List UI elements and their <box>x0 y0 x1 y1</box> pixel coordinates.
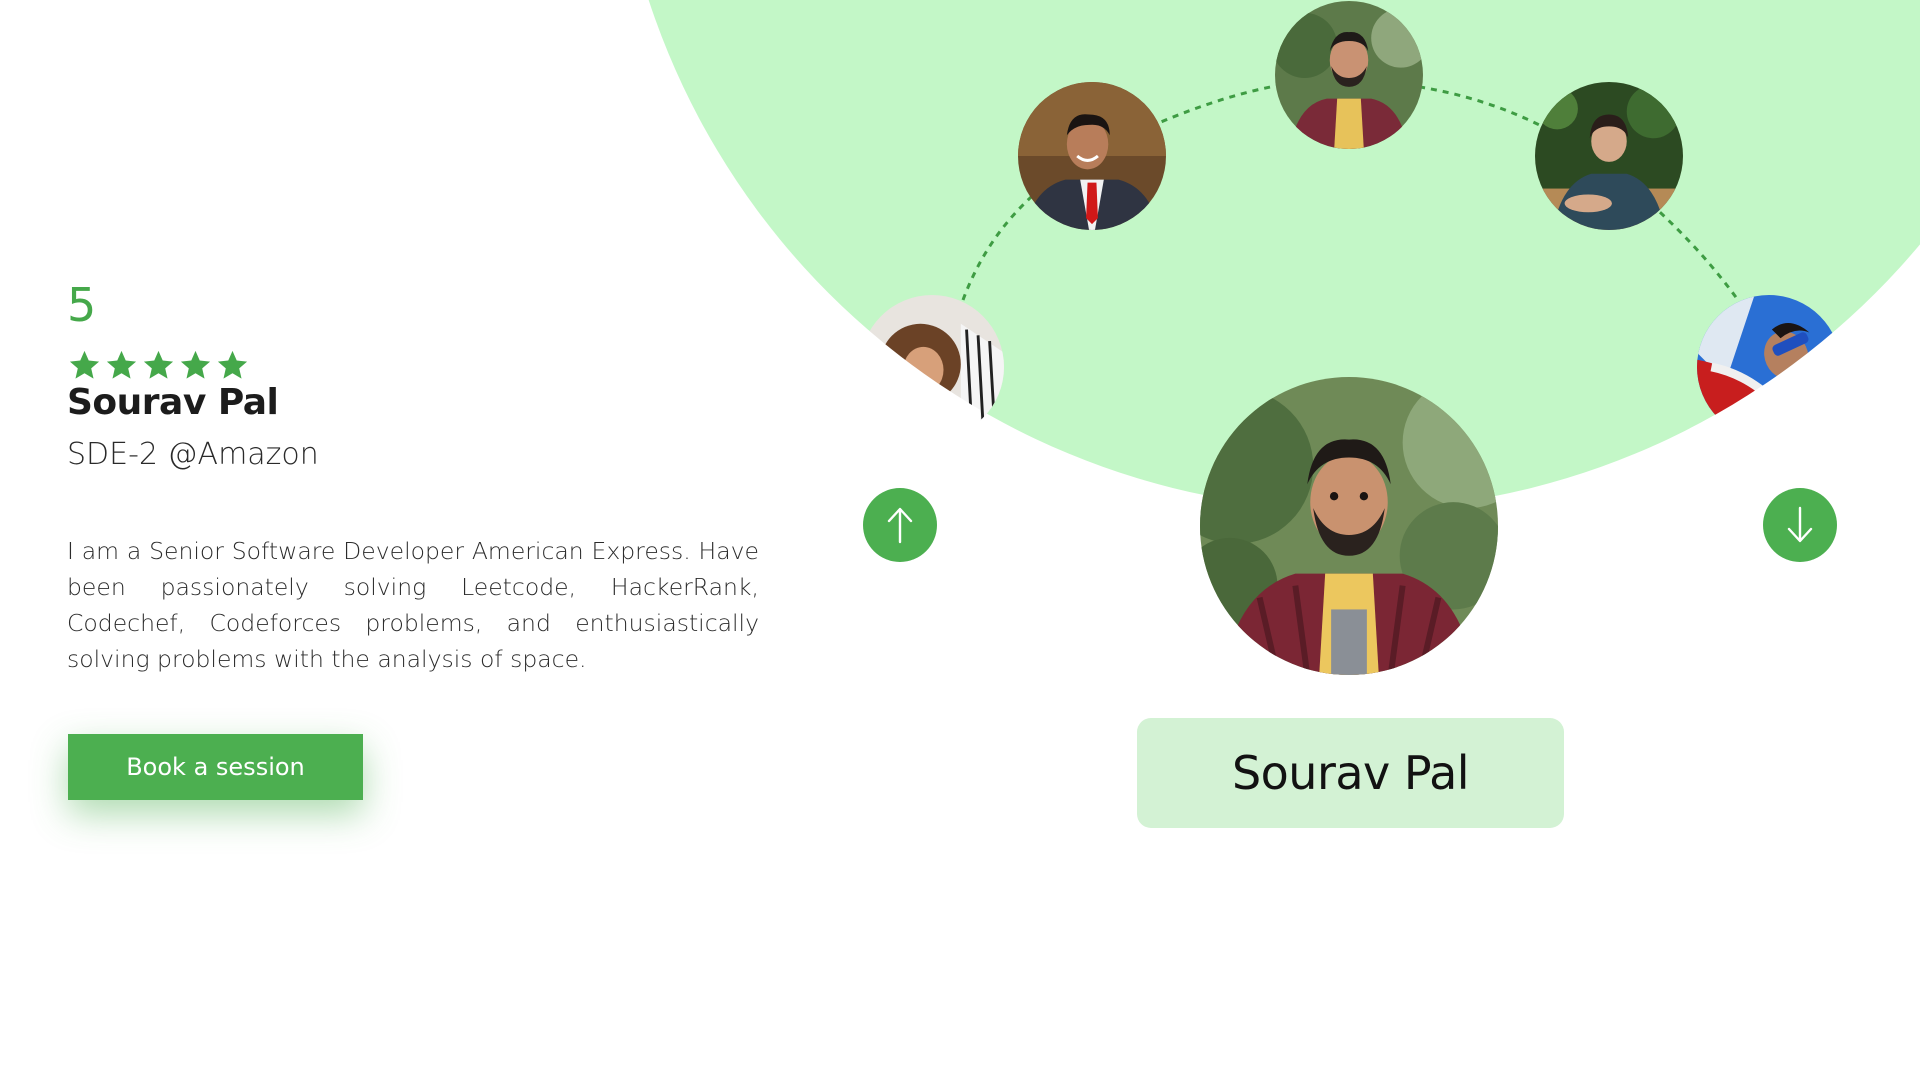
previous-mentor-button[interactable] <box>863 488 937 562</box>
arrow-up-icon <box>887 507 913 544</box>
person-icon <box>1535 82 1683 230</box>
star-icon <box>180 350 211 379</box>
avatar-upper-right[interactable] <box>1535 82 1683 230</box>
person-icon <box>1200 377 1498 675</box>
star-icon <box>143 350 174 379</box>
mentor-name: Sourav Pal <box>67 382 279 423</box>
avatar-right[interactable] <box>1697 295 1841 439</box>
rating-stars <box>67 348 250 383</box>
person-icon <box>860 295 1004 439</box>
selected-name: Sourav Pal <box>1231 746 1470 800</box>
mentor-role: SDE-2 @Amazon <box>67 437 319 472</box>
avatar-top[interactable] <box>1275 1 1423 149</box>
book-session-button[interactable]: Book a session <box>68 734 363 800</box>
avatar-left[interactable] <box>860 295 1004 439</box>
person-icon <box>1018 82 1166 230</box>
star-icon <box>69 350 100 379</box>
avatar-upper-left[interactable] <box>1018 82 1166 230</box>
arrow-down-icon <box>1787 506 1813 543</box>
mentor-bio: I am a Senior Software Developer America… <box>67 537 759 673</box>
rating-value: 5 <box>67 278 97 332</box>
selected-avatar <box>1200 377 1498 675</box>
mentor-showcase: Sourav Pal 5 Sourav Pal SDE-2 @Amazon I … <box>0 0 1920 1080</box>
star-icon <box>217 350 248 379</box>
person-icon <box>1275 1 1423 149</box>
person-icon <box>1697 295 1841 439</box>
next-mentor-button[interactable] <box>1763 488 1837 562</box>
star-icon <box>106 350 137 379</box>
selected-name-card: Sourav Pal <box>1137 718 1564 828</box>
